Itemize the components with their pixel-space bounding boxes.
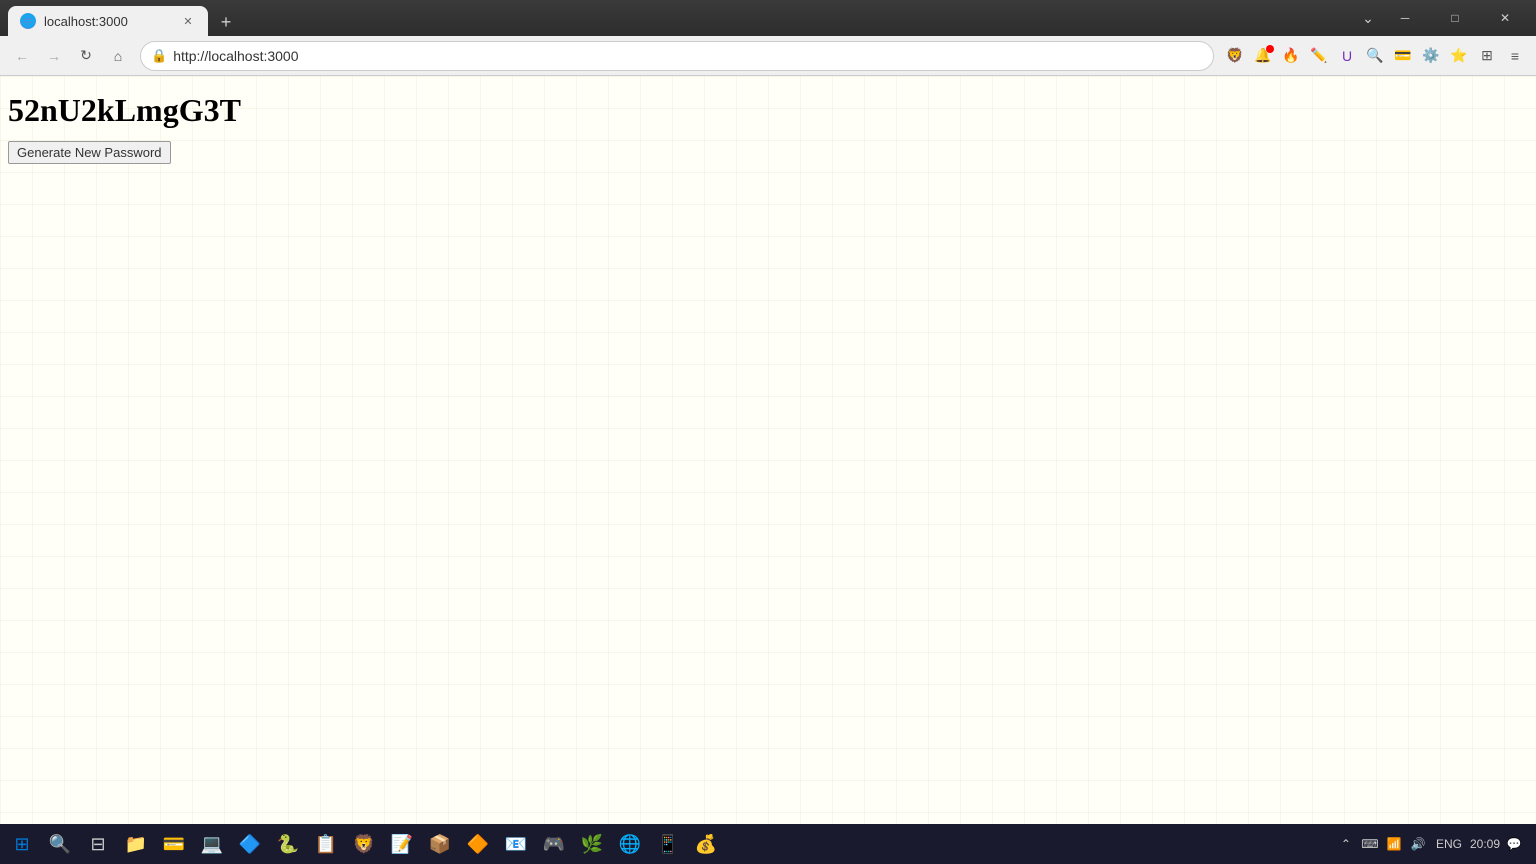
- taskbar-terminal[interactable]: 📋: [308, 826, 344, 862]
- taskbar-file-explorer[interactable]: 📁: [118, 826, 154, 862]
- taskbar-email[interactable]: 📧: [498, 826, 534, 862]
- grid-extension-icon[interactable]: ⊞: [1474, 43, 1500, 69]
- close-button[interactable]: ✕: [1482, 2, 1528, 34]
- taskbar-volume-icon[interactable]: 🔊: [1408, 834, 1428, 854]
- menu-extension-icon[interactable]: ≡: [1502, 43, 1528, 69]
- search-extension-icon[interactable]: 🔍: [1362, 43, 1388, 69]
- brave-extension-icon[interactable]: 🦁: [1222, 43, 1248, 69]
- fire-extension-icon[interactable]: 🔥: [1278, 43, 1304, 69]
- notification-extension-icon[interactable]: 🔔: [1250, 43, 1276, 69]
- tab-favicon: 🌐: [20, 13, 36, 29]
- window-controls: ─ □ ✕: [1382, 2, 1528, 34]
- password-display: 52nU2kLmgG3T: [8, 92, 1528, 129]
- taskbar-game[interactable]: 🎮: [536, 826, 572, 862]
- taskbar-language: ENG: [1436, 837, 1462, 851]
- maximize-button[interactable]: □: [1432, 2, 1478, 34]
- new-tab-button[interactable]: +: [212, 8, 240, 36]
- taskbar-dev-tools[interactable]: 💻: [194, 826, 230, 862]
- taskbar-time: 20:09: [1470, 837, 1500, 851]
- taskbar-git[interactable]: 🔷: [232, 826, 268, 862]
- address-bar-text: http://localhost:3000: [173, 48, 1203, 64]
- wallet-extension-icon[interactable]: 💳: [1390, 43, 1416, 69]
- home-button[interactable]: ⌂: [104, 42, 132, 70]
- taskbar-browser2[interactable]: 🌐: [612, 826, 648, 862]
- minimize-button[interactable]: ─: [1382, 2, 1428, 34]
- active-tab[interactable]: 🌐 localhost:3000 ✕: [8, 6, 208, 36]
- gear-extension-icon[interactable]: ⚙️: [1418, 43, 1444, 69]
- taskbar-network-icon[interactable]: 📶: [1384, 834, 1404, 854]
- address-bar-container[interactable]: 🔒 http://localhost:3000: [140, 41, 1214, 71]
- title-bar: 🌐 localhost:3000 ✕ + ⌄ ─ □ ✕: [0, 0, 1536, 36]
- tab-title: localhost:3000: [44, 14, 128, 29]
- taskbar-finance[interactable]: 💰: [688, 826, 724, 862]
- page-inner: 52nU2kLmgG3T Generate New Password: [8, 84, 1528, 172]
- star-extension-icon[interactable]: ⭐: [1446, 43, 1472, 69]
- taskbar-start-button[interactable]: ⊞: [4, 826, 40, 862]
- tab-bar: 🌐 localhost:3000 ✕ +: [8, 0, 1354, 36]
- taskbar: ⊞ 🔍 ⊟ 📁 💳 💻 🔷 🐍 📋 🦁 📝 📦 🔶 📧 🎮 🌿 🌐 📱 💰 ⌃ …: [0, 824, 1536, 864]
- taskbar-wallet[interactable]: 💳: [156, 826, 192, 862]
- generate-password-button[interactable]: Generate New Password: [8, 141, 171, 164]
- reload-button[interactable]: ↻: [72, 42, 100, 70]
- page-content: 52nU2kLmgG3T Generate New Password: [0, 76, 1536, 824]
- browser-window: 🌐 localhost:3000 ✕ + ⌄ ─ □ ✕ ← → ↻ ⌂ 🔒 h…: [0, 0, 1536, 864]
- taskbar-mobile[interactable]: 📱: [650, 826, 686, 862]
- back-button[interactable]: ←: [8, 42, 36, 70]
- taskbar-right: ⌃ ⌨ 📶 🔊 ENG 20:09 💬: [1336, 834, 1532, 854]
- browser-toolbar: ← → ↻ ⌂ 🔒 http://localhost:3000 🦁 🔔 🔥 ✏️…: [0, 36, 1536, 76]
- taskbar-keyboard-icon[interactable]: ⌨: [1360, 834, 1380, 854]
- tab-list-button[interactable]: ⌄: [1354, 4, 1382, 32]
- taskbar-orange[interactable]: 🔶: [460, 826, 496, 862]
- taskbar-green[interactable]: 🌿: [574, 826, 610, 862]
- taskbar-package[interactable]: 📦: [422, 826, 458, 862]
- taskbar-notes[interactable]: 📝: [384, 826, 420, 862]
- taskbar-search-button[interactable]: 🔍: [42, 826, 78, 862]
- forward-button[interactable]: →: [40, 42, 68, 70]
- taskbar-python[interactable]: 🐍: [270, 826, 306, 862]
- tab-close-button[interactable]: ✕: [180, 13, 196, 29]
- taskbar-browser[interactable]: 🦁: [346, 826, 382, 862]
- purple-extension-icon[interactable]: U: [1334, 43, 1360, 69]
- taskbar-notification-icon[interactable]: 💬: [1504, 834, 1524, 854]
- edit-extension-icon[interactable]: ✏️: [1306, 43, 1332, 69]
- address-icon: 🔒: [151, 48, 167, 64]
- taskbar-task-view[interactable]: ⊟: [80, 826, 116, 862]
- taskbar-chevron-up[interactable]: ⌃: [1336, 834, 1356, 854]
- toolbar-extensions: 🦁 🔔 🔥 ✏️ U 🔍 💳 ⚙️ ⭐ ⊞ ≡: [1222, 43, 1528, 69]
